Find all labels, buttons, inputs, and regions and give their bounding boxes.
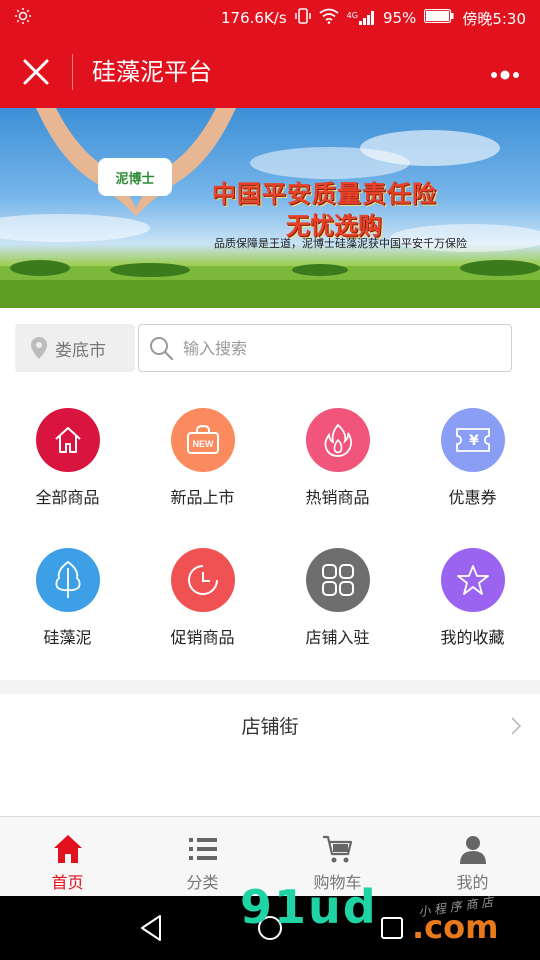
back-icon[interactable] [138, 914, 164, 942]
page-title: 硅藻泥平台 [92, 58, 212, 86]
category-favorites[interactable]: 我的收藏 [405, 528, 540, 668]
content-area [0, 758, 540, 816]
category-label: 热销商品 [305, 488, 370, 507]
category-promotions[interactable]: 促销商品 [135, 528, 270, 668]
category-coupons[interactable]: ¥ 优惠券 [405, 388, 540, 528]
coupon-icon: ¥ [440, 408, 505, 472]
brand-logo: 泥博士 [98, 158, 172, 196]
chevron-right-icon [510, 716, 522, 736]
category-store-join[interactable]: 店铺入驻 [270, 528, 405, 668]
title-divider [72, 54, 73, 90]
tab-profile[interactable]: 我的 [405, 817, 540, 897]
more-options-icon[interactable] [490, 66, 520, 80]
home-icon [53, 835, 82, 863]
leaf-icon [35, 548, 100, 612]
search-icon [150, 337, 173, 360]
title-bar: 硅藻泥平台 [0, 36, 540, 108]
home-icon [35, 408, 100, 472]
search-box[interactable] [138, 324, 512, 372]
cart-icon [322, 835, 352, 863]
grid-icon [305, 548, 370, 612]
category-diatom-mud[interactable]: 硅藻泥 [0, 528, 135, 668]
network-type: 4G [346, 11, 358, 20]
close-icon[interactable] [20, 56, 52, 88]
search-input[interactable] [181, 337, 485, 359]
star-icon [440, 548, 505, 612]
category-all-products[interactable]: 全部商品 [0, 388, 135, 528]
tab-label: 首页 [51, 873, 84, 892]
svg-text:NEW: NEW [192, 439, 214, 449]
category-label: 新品上市 [170, 488, 235, 507]
tab-home[interactable]: 首页 [0, 817, 135, 897]
status-bar: 176.6K/s 4G 95% 傍晚5:30 [0, 0, 540, 36]
category-label: 优惠券 [448, 488, 497, 507]
shop-street-label: 店铺街 [241, 716, 299, 738]
svg-text:¥: ¥ [469, 433, 479, 449]
network-speed: 176.6K/s [221, 9, 287, 27]
signal-icon: 4G [347, 11, 375, 25]
city-selector[interactable]: 娄底市 [15, 324, 135, 372]
tab-label: 我的 [456, 873, 489, 892]
category-label: 店铺入驻 [305, 628, 370, 647]
wifi-icon [319, 8, 339, 28]
banner-headline: 中国平安质量责任险 [212, 180, 437, 208]
category-grid: 全部商品 NEW 新品上市 热销商品 ¥ 优惠券 硅藻泥 促销商品 店铺入驻 我… [0, 388, 540, 680]
location-pin-icon [31, 337, 47, 359]
search-row: 娄底市 [0, 308, 540, 388]
category-hot-sellers[interactable]: 热销商品 [270, 388, 405, 528]
tab-label: 分类 [186, 873, 219, 892]
recents-icon[interactable] [380, 916, 404, 940]
category-label: 全部商品 [35, 488, 100, 507]
new-bag-icon: NEW [170, 408, 235, 472]
battery-percent: 95% [382, 9, 417, 27]
clock-icon [170, 548, 235, 612]
brand-name: 泥博士 [115, 171, 155, 187]
promo-banner[interactable]: 泥博士 中国平安质量责任险 无忧选购 品质保障是王道，泥博士硅藻泥获中国平安千万… [0, 108, 540, 308]
city-label: 娄底市 [55, 340, 106, 361]
flame-icon [305, 408, 370, 472]
brightness-icon [14, 7, 32, 29]
shop-street-row[interactable]: 店铺街 [0, 694, 540, 758]
banner-subtitle: 品质保障是王道，泥博士硅藻泥获中国平安千万保险 [214, 237, 467, 250]
battery-icon [424, 8, 454, 27]
category-label: 促销商品 [170, 628, 235, 647]
category-label: 我的收藏 [440, 628, 505, 647]
category-label: 硅藻泥 [43, 628, 92, 647]
category-new-arrivals[interactable]: NEW 新品上市 [135, 388, 270, 528]
watermark-logo: 91ud [240, 880, 378, 934]
user-icon [459, 836, 486, 864]
clock: 傍晚5:30 [462, 9, 526, 28]
vibrate-icon [294, 7, 311, 29]
list-icon [188, 838, 217, 860]
